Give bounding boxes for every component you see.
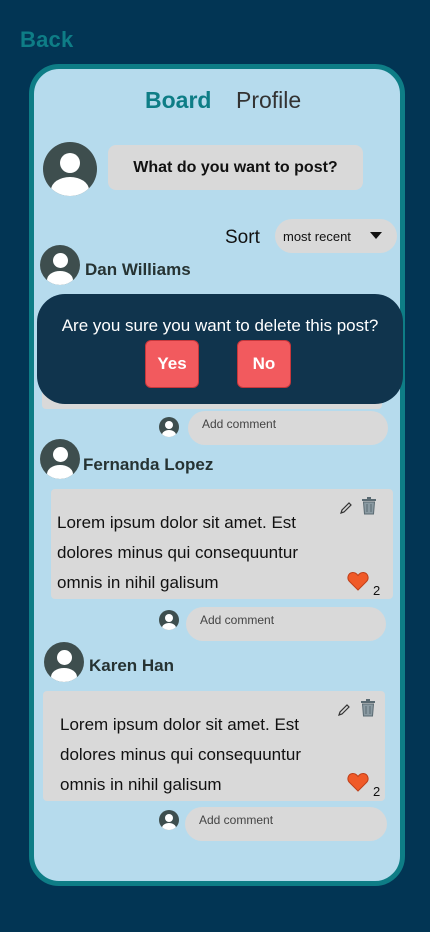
author-avatar-icon	[40, 245, 80, 285]
confirm-no-button[interactable]: No	[237, 340, 291, 388]
trash-icon[interactable]	[361, 497, 377, 515]
post-author: Dan Williams	[85, 260, 191, 279]
post-card: Lorem ipsum dolor sit amet. Est dolores …	[43, 691, 385, 801]
pencil-icon[interactable]	[339, 501, 353, 515]
pencil-icon[interactable]	[337, 703, 351, 717]
comment-avatar-icon	[159, 610, 179, 630]
trash-icon[interactable]	[360, 699, 376, 717]
post-text: Lorem ipsum dolor sit amet. Est dolores …	[60, 715, 301, 794]
heart-icon[interactable]	[347, 772, 369, 792]
comment-input[interactable]: Add comment	[186, 607, 386, 641]
sort-dropdown[interactable]: most recent	[275, 219, 397, 253]
post-card: Lorem ipsum dolor sit amet. Est dolores …	[51, 489, 393, 599]
sort-label: Sort	[225, 227, 260, 248]
comment-avatar-icon	[159, 417, 179, 437]
board-panel: Board Profile What do you want to post? …	[29, 64, 405, 886]
post-composer-button[interactable]: What do you want to post?	[108, 145, 363, 190]
like-count: 2	[373, 784, 381, 799]
author-avatar-icon	[40, 439, 80, 479]
post-text: Lorem ipsum dolor sit amet. Est dolores …	[57, 513, 298, 592]
comment-placeholder: Add comment	[200, 613, 275, 627]
user-avatar-icon	[43, 142, 97, 196]
delete-confirm-dialog: Are you sure you want to delete this pos…	[37, 294, 403, 404]
back-link[interactable]: Back	[20, 27, 73, 53]
tab-bar: Board Profile	[34, 87, 400, 117]
comment-placeholder: Add comment	[202, 417, 277, 431]
author-avatar-icon	[44, 642, 84, 682]
confirm-yes-button[interactable]: Yes	[145, 340, 199, 388]
comment-placeholder: Add comment	[199, 813, 274, 827]
sort-selected-value: most recent	[283, 229, 351, 244]
chevron-down-icon	[370, 232, 382, 239]
tab-profile[interactable]: Profile	[236, 87, 301, 114]
comment-input[interactable]: Add comment	[185, 807, 387, 841]
dialog-message: Are you sure you want to delete this pos…	[61, 316, 379, 335]
tab-board[interactable]: Board	[145, 87, 211, 114]
heart-icon[interactable]	[347, 571, 369, 591]
comment-avatar-icon	[159, 810, 179, 830]
like-count: 2	[373, 583, 381, 598]
post-author: Karen Han	[89, 656, 175, 675]
comment-input[interactable]: Add comment	[188, 411, 388, 445]
post-author: Fernanda Lopez	[83, 455, 214, 474]
